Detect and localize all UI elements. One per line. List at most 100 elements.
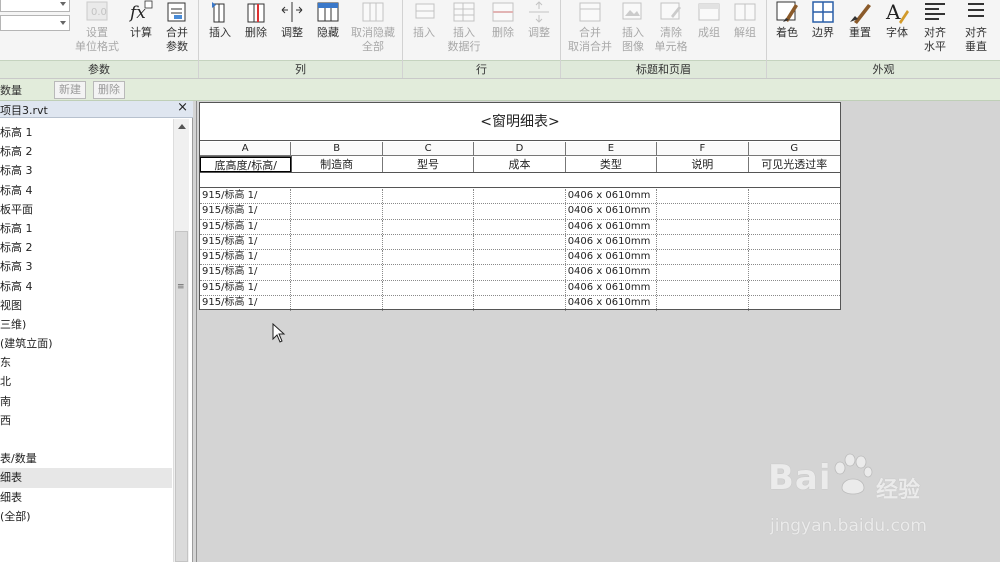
table-cell[interactable] — [657, 204, 749, 219]
type-selector-combo[interactable] — [0, 0, 70, 12]
table-cell[interactable] — [383, 295, 475, 311]
delete-row-button[interactable]: 删除 — [486, 0, 520, 58]
merge-unmerge-button[interactable]: 合并 取消合并 — [564, 0, 616, 58]
column-letter[interactable]: D — [474, 142, 566, 155]
table-cell[interactable] — [657, 234, 749, 249]
table-cell[interactable] — [291, 219, 383, 234]
table-row[interactable]: 915/标高 1/0406 x 0610mm — [200, 189, 840, 205]
insert-image-button[interactable]: 插入 图像 — [616, 0, 650, 58]
table-row[interactable]: 915/标高 1/0406 x 0610mm — [200, 280, 840, 296]
table-cell[interactable] — [657, 219, 749, 234]
delete-button[interactable]: 删除 — [93, 81, 125, 99]
table-cell[interactable] — [383, 234, 475, 249]
table-cell[interactable] — [474, 265, 566, 280]
table-cell[interactable]: 915/标高 1/ — [200, 250, 292, 265]
tree-item[interactable]: 标高 3 — [0, 257, 172, 276]
column-letter[interactable]: C — [383, 142, 475, 155]
table-cell[interactable] — [291, 189, 383, 204]
table-cell[interactable] — [749, 189, 840, 203]
resize-column-button[interactable]: 调整 — [275, 0, 309, 58]
column-header[interactable]: 成本 — [474, 157, 566, 172]
table-cell[interactable] — [474, 189, 566, 204]
column-letter[interactable]: B — [291, 142, 383, 155]
align-horizontal-button[interactable]: 对齐 水平 — [918, 0, 952, 58]
tree-item[interactable]: (建筑立面) — [0, 334, 172, 353]
tree-item[interactable]: 板平面 — [0, 200, 172, 219]
table-cell[interactable]: 915/标高 1/ — [200, 280, 292, 295]
table-cell[interactable]: 0406 x 0610mm — [566, 280, 658, 295]
column-header[interactable]: 可见光透过率 — [749, 157, 840, 172]
hide-column-button[interactable]: 隐藏 — [311, 0, 345, 58]
tree-item[interactable]: 标高 1 — [0, 123, 172, 142]
schedule-title[interactable]: <窗明细表> — [200, 103, 840, 141]
table-cell[interactable] — [749, 204, 840, 218]
table-cell[interactable] — [291, 265, 383, 280]
column-header[interactable]: 型号 — [383, 157, 475, 172]
table-cell[interactable] — [291, 234, 383, 249]
table-cell[interactable] — [749, 296, 840, 311]
insert-data-row-button[interactable]: 插入 数据行 — [442, 0, 486, 58]
table-cell[interactable] — [383, 189, 475, 204]
column-letter[interactable]: G — [749, 142, 840, 155]
unhide-all-button[interactable]: 取消隐藏 全部 — [347, 0, 399, 58]
table-cell[interactable]: 915/标高 1/ — [200, 204, 292, 219]
column-header[interactable]: 类型 — [566, 157, 658, 172]
table-cell[interactable]: 0406 x 0610mm — [566, 234, 658, 249]
table-cell[interactable] — [291, 250, 383, 265]
table-cell[interactable]: 0406 x 0610mm — [566, 265, 658, 280]
insert-row-button[interactable]: 插入 — [406, 0, 442, 58]
table-cell[interactable] — [657, 280, 749, 295]
table-cell[interactable]: 0406 x 0610mm — [566, 219, 658, 234]
tree-item[interactable]: 东 — [0, 353, 172, 372]
table-cell[interactable] — [657, 265, 749, 280]
table-cell[interactable] — [383, 219, 475, 234]
tree-item[interactable]: 北 — [0, 372, 172, 391]
calculate-button[interactable]: fx 计算 — [124, 0, 158, 58]
column-letter[interactable]: A — [200, 142, 292, 155]
table-row[interactable]: 915/标高 1/0406 x 0610mm — [200, 295, 840, 311]
tree-item[interactable]: 西 — [0, 411, 172, 430]
table-cell[interactable] — [291, 295, 383, 311]
table-cell[interactable] — [749, 220, 840, 234]
table-cell[interactable] — [657, 295, 749, 311]
tree-item[interactable]: 标高 4 — [0, 181, 172, 200]
table-row[interactable]: 915/标高 1/0406 x 0610mm — [200, 265, 840, 281]
tree-item[interactable]: 标高 4 — [0, 277, 172, 296]
reset-button[interactable]: 重置 — [843, 0, 877, 58]
column-letter[interactable]: E — [566, 142, 658, 155]
borders-button[interactable]: 边界 — [806, 0, 840, 58]
combine-params-button[interactable]: 合并 参数 — [160, 0, 194, 58]
table-cell[interactable]: 915/标高 1/ — [200, 295, 292, 311]
table-cell[interactable] — [749, 235, 840, 249]
table-row[interactable]: 915/标高 1/0406 x 0610mm — [200, 234, 840, 250]
table-cell[interactable] — [383, 204, 475, 219]
tree-item[interactable]: 视图 — [0, 296, 172, 315]
clear-cell-button[interactable]: 清除 单元格 — [652, 0, 690, 58]
table-cell[interactable]: 915/标高 1/ — [200, 265, 292, 280]
table-row[interactable]: 915/标高 1/0406 x 0610mm — [200, 204, 840, 220]
table-cell[interactable]: 0406 x 0610mm — [566, 250, 658, 265]
table-cell[interactable] — [474, 219, 566, 234]
table-cell[interactable] — [383, 250, 475, 265]
scroll-up-icon[interactable] — [178, 124, 186, 129]
table-cell[interactable] — [474, 234, 566, 249]
table-cell[interactable] — [749, 265, 840, 279]
tree-item[interactable]: 三维) — [0, 315, 172, 334]
scrollbar-thumb[interactable] — [175, 231, 188, 562]
table-cell[interactable] — [749, 250, 840, 264]
ungroup-button[interactable]: 解组 — [728, 0, 762, 58]
group-button[interactable]: 成组 — [692, 0, 726, 58]
table-cell[interactable] — [474, 250, 566, 265]
table-cell[interactable] — [474, 295, 566, 311]
table-cell[interactable]: 915/标高 1/ — [200, 219, 292, 234]
column-letter[interactable]: F — [657, 142, 749, 155]
table-cell[interactable]: 0406 x 0610mm — [566, 189, 658, 204]
table-row[interactable]: 915/标高 1/0406 x 0610mm — [200, 250, 840, 266]
table-cell[interactable] — [383, 280, 475, 295]
table-cell[interactable] — [291, 280, 383, 295]
tree-item[interactable]: 标高 2 — [0, 238, 172, 257]
column-header[interactable]: 底高度/标高/ — [198, 156, 293, 173]
shading-button[interactable]: 着色 — [770, 0, 804, 58]
table-cell[interactable]: 0406 x 0610mm — [566, 204, 658, 219]
table-cell[interactable] — [291, 204, 383, 219]
